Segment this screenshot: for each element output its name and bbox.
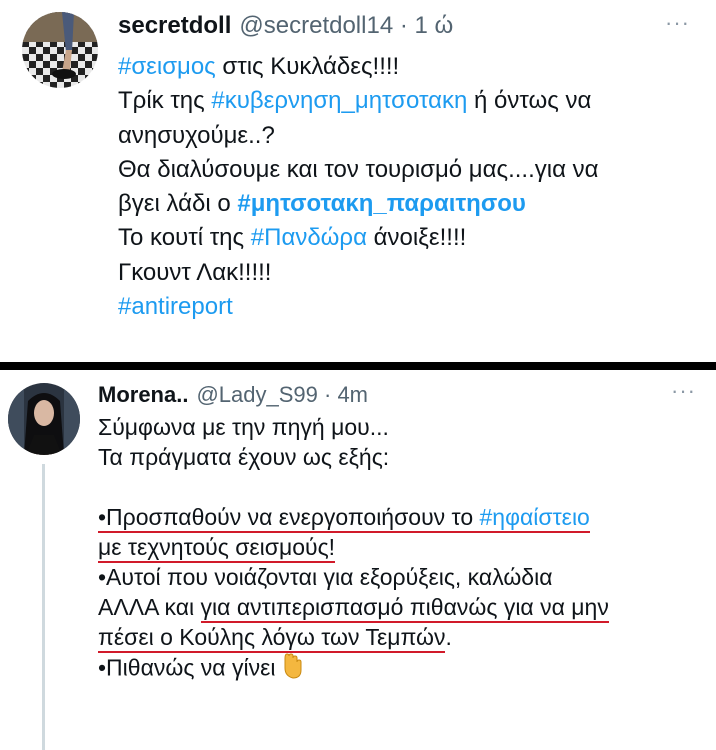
- tweet-line: #antireport: [118, 290, 708, 324]
- tweet-text: #σεισμος στις Κυκλάδες!!!! Τρίκ της #κυβ…: [118, 50, 708, 324]
- display-name[interactable]: Morena..: [98, 382, 188, 408]
- tweet-line: Το κουτί της #Πανδώρα άνοιξε!!!!: [118, 221, 708, 255]
- tweet-line: •Αυτοί που νοιάζονται για εξορύξεις, καλ…: [98, 564, 553, 590]
- text: Το κουτί της: [118, 224, 251, 252]
- text: .: [445, 624, 452, 650]
- more-options-icon[interactable]: ···: [671, 378, 696, 404]
- tweet-line: •Πιθανώς να γίνει: [98, 652, 708, 687]
- hashtag-link[interactable]: #antireport: [118, 293, 233, 320]
- tweet-line: πέσει ο Κούλης λόγω των Τεμπών.: [98, 622, 708, 653]
- tweet-header: secretdoll @secretdoll14 · 1 ώ: [118, 12, 453, 40]
- display-name[interactable]: secretdoll: [118, 12, 231, 40]
- text: στις Κυκλάδες!!!!: [215, 53, 400, 80]
- backhand-index-pointing-down-icon: [281, 652, 305, 687]
- tweet-line: Σύμφωνα με την πηγή μου...: [98, 414, 389, 440]
- text: άνοιξε!!!!: [366, 224, 467, 252]
- tweet-line: Τρίκ της #κυβερνηση_μητσοτακη ή όντως να: [118, 84, 708, 118]
- tweet-line: #σεισμος στις Κυκλάδες!!!!: [118, 50, 708, 84]
- underlined-text: πέσει ο Κούλης λόγω των Τεμπών: [98, 624, 446, 653]
- tweet-line: •Προσπαθούν να ενεργοποιήσουν το #ηφαίστ…: [98, 502, 708, 533]
- text: βγει λάδι ο: [118, 190, 238, 218]
- handle-and-time[interactable]: @secretdoll14 · 1 ώ: [239, 12, 453, 40]
- avatar[interactable]: [8, 383, 80, 455]
- text: ΑΛΛΑ και: [98, 594, 201, 620]
- hashtag-link[interactable]: #σεισμος: [118, 53, 216, 80]
- tweet-line: Τα πράγματα έχουν ως εξής:: [98, 444, 390, 470]
- tweet-line: ανησυχούμε..?: [118, 121, 275, 149]
- text: •Προσπαθούν να ενεργοποιήσουν το: [98, 504, 480, 530]
- underlined-text: •Προσπαθούν να ενεργοποιήσουν το #ηφαίστ…: [98, 504, 590, 533]
- more-options-icon[interactable]: ···: [665, 10, 690, 36]
- thread-connector: [42, 464, 45, 750]
- text: ή όντως να: [467, 87, 592, 115]
- avatar-photo-icon: [8, 383, 80, 455]
- text: Τρίκ της: [118, 87, 212, 115]
- hashtag-link[interactable]: #μητσοτακη_παραιτησου: [237, 190, 525, 217]
- tweet-line: βγει λάδι ο #μητσοτακη_παραιτησου: [118, 187, 708, 221]
- screenshot-divider: [0, 362, 716, 370]
- handle-and-time[interactable]: @Lady_S99 · 4m: [196, 382, 368, 408]
- tweet-2[interactable]: Morena.. @Lady_S99 · 4m ··· Σύμφωνα με τ…: [0, 370, 716, 750]
- tweet-header: Morena.. @Lady_S99 · 4m: [98, 382, 368, 408]
- tweet-text: Σύμφωνα με την πηγή μου... Τα πράγματα έ…: [98, 412, 708, 687]
- tweet-line: Θα διαλύσουμε και τον τουρισμό μας....γι…: [118, 155, 599, 183]
- hashtag-link[interactable]: #ηφαίστειο: [480, 504, 590, 530]
- avatar-photo-icon: [22, 12, 98, 88]
- underlined-text: για αντιπερισπασμό πιθανώς για να μην: [200, 594, 609, 623]
- hashtag-link[interactable]: #κυβερνηση_μητσοτακη: [211, 87, 467, 114]
- tweet-line: με τεχνητούς σεισμούς!: [98, 532, 708, 563]
- hashtag-link[interactable]: #Πανδώρα: [251, 224, 367, 251]
- tweet-line: Γκουντ Λακ!!!!!: [118, 258, 272, 286]
- tweet-1[interactable]: secretdoll @secretdoll14 · 1 ώ ··· #σεισ…: [0, 0, 716, 362]
- underlined-text: με τεχνητούς σεισμούς!: [98, 534, 336, 563]
- avatar[interactable]: [22, 12, 98, 88]
- tweet-line: ΑΛΛΑ και για αντιπερισπασμό πιθανώς για …: [98, 592, 708, 623]
- text: •Πιθανώς να γίνει: [98, 654, 276, 681]
